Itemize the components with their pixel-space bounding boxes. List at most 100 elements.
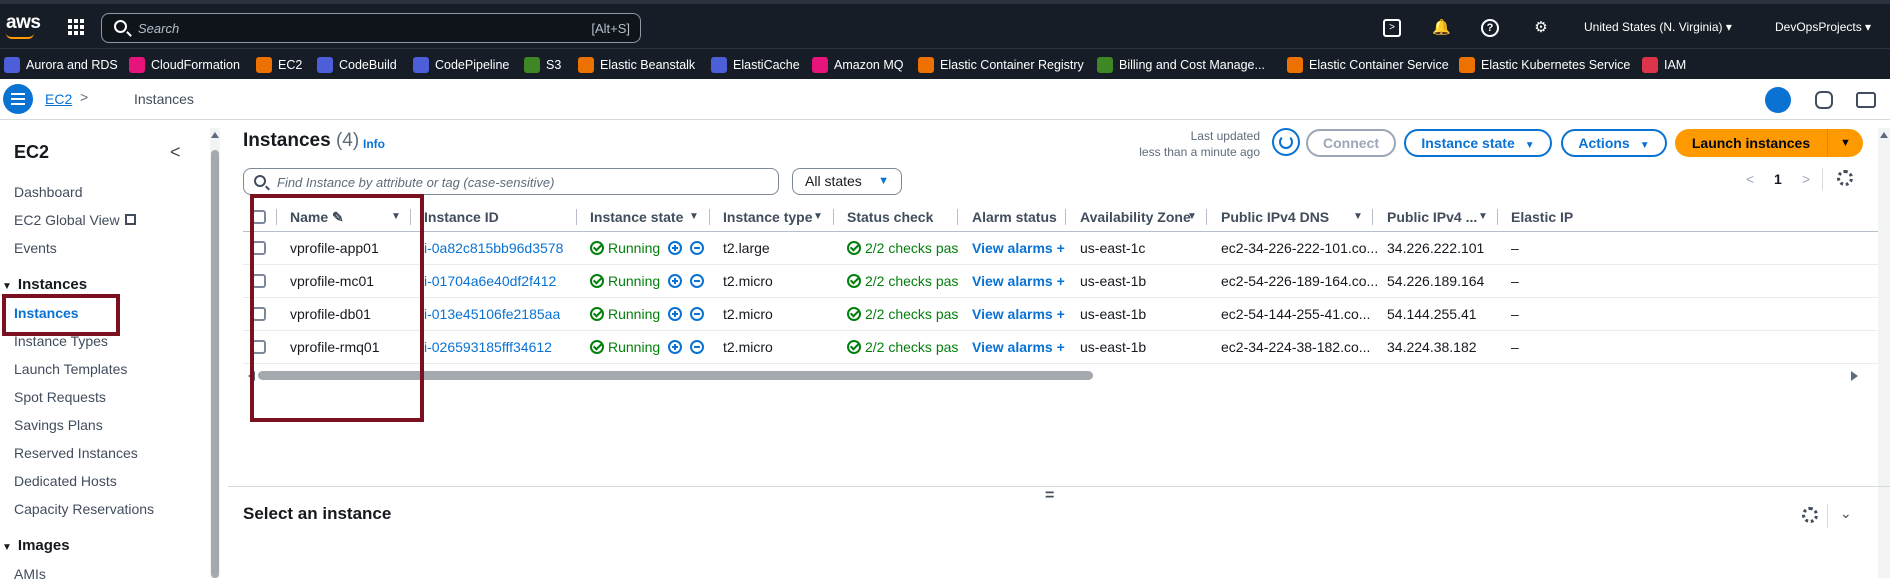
fav-aurora-rds[interactable]: Aurora and RDS [4,56,118,74]
prev-page-icon[interactable]: < [1746,171,1754,187]
fav-s3[interactable]: S3 [524,56,561,74]
sidebar-collapse-icon[interactable]: < [170,142,181,163]
account-menu[interactable]: DevOpsProjects ▾ [1775,20,1871,34]
zoom-in-icon[interactable] [668,340,683,354]
sidebar-item-reserved-instances[interactable]: Reserved Instances [14,445,138,461]
sidebar-item-savings-plans[interactable]: Savings Plans [14,417,103,433]
launch-dropdown-button[interactable]: ▼ [1827,129,1863,157]
instance-id-link[interactable]: i-0a82c815bb96d3578 [424,240,563,256]
sidebar-item-dedicated-hosts[interactable]: Dedicated Hosts [14,473,117,489]
zoom-out-icon[interactable] [690,307,705,321]
fav-iam[interactable]: IAM [1642,56,1686,74]
side-nav-toggle-icon[interactable] [3,84,33,114]
instance-id-link[interactable]: i-026593185fff34612 [424,339,552,355]
check-circle-icon [847,340,861,354]
fav-ec2[interactable]: EC2 [256,56,302,74]
sidebar-item-capacity-reservations[interactable]: Capacity Reservations [14,501,154,517]
fav-ecs[interactable]: Elastic Container Service [1287,56,1449,74]
feedback-icon[interactable] [1856,92,1876,108]
column-header-status-check[interactable]: Status check [847,209,933,225]
cloudshell-icon[interactable]: > [1383,19,1401,37]
elastic-ip: – [1511,339,1519,355]
fav-elastic-beanstalk[interactable]: Elastic Beanstalk [578,56,695,74]
split-panel-settings-icon[interactable] [1802,507,1818,523]
region-selector[interactable]: United States (N. Virginia) ▾ [1584,20,1732,34]
sidebar-item-spot-requests[interactable]: Spot Requests [14,389,106,405]
all-states-select[interactable]: All states ▼ [792,168,902,195]
status-check: 2/2 checks passec [847,306,959,322]
column-header-public-dns[interactable]: Public IPv4 DNS [1221,209,1329,225]
view-alarms-link[interactable]: View alarms + [972,306,1065,322]
fav-codepipeline[interactable]: CodePipeline [413,56,509,74]
table-horizontal-scrollbar[interactable] [248,368,1858,382]
instance-id-link[interactable]: i-013e45106fe2185aa [424,306,560,322]
scroll-right-icon[interactable] [1851,371,1858,381]
connect-button[interactable]: Connect [1306,129,1396,157]
filter-icon[interactable]: ▼ [1187,211,1197,222]
table-row[interactable]: vprofile-mc01 i-01704a6e40df2f412 Runnin… [243,265,1883,298]
fav-amazon-mq[interactable]: Amazon MQ [812,56,903,74]
sidebar-item-launch-templates[interactable]: Launch Templates [14,361,127,377]
zoom-in-icon[interactable] [668,241,683,255]
column-header-elastic-ip[interactable]: Elastic IP [1511,209,1573,225]
page-number[interactable]: 1 [1774,171,1782,187]
sidebar-section-instances[interactable]: ▼ Instances [0,276,87,293]
column-header-instance-id[interactable]: Instance ID [424,209,499,225]
fav-billing[interactable]: Billing and Cost Manage... [1097,56,1265,74]
column-header-instance-state[interactable]: Instance state [590,209,683,225]
fav-elasticache[interactable]: ElastiCache [711,56,800,74]
find-instance-input[interactable]: Find Instance by attribute or tag (case-… [243,168,779,195]
search-input[interactable]: Search [Alt+S] [101,13,641,43]
column-header-availability-zone[interactable]: Availability Zone [1080,209,1191,225]
view-alarms-link[interactable]: View alarms + [972,240,1065,256]
filter-icon[interactable]: ▼ [1478,211,1488,222]
info-panel-icon[interactable] [1815,91,1833,109]
settings-gear-icon[interactable]: ⚙ [1532,19,1550,37]
view-alarms-link[interactable]: View alarms + [972,273,1065,289]
sidebar-item-global-view[interactable]: EC2 Global View [14,212,137,228]
breadcrumb-ec2-link[interactable]: EC2 [45,91,72,107]
filter-icon[interactable]: ▼ [813,211,823,222]
split-panel-icon[interactable] [1765,87,1791,113]
table-row[interactable]: vprofile-db01 i-013e45106fe2185aa Runnin… [243,298,1883,331]
page-scrollbar[interactable] [1878,128,1890,578]
preferences-gear-icon[interactable] [1837,170,1853,186]
filter-icon[interactable]: ▼ [1353,211,1363,222]
zoom-out-icon[interactable] [690,340,705,354]
sidebar-item-events[interactable]: Events [14,240,57,256]
services-menu-icon[interactable] [68,19,84,35]
refresh-button[interactable] [1272,128,1300,156]
notifications-bell-icon[interactable]: 🔔 [1432,19,1451,37]
fav-eks[interactable]: Elastic Kubernetes Service [1459,56,1630,74]
zoom-out-icon[interactable] [690,274,705,288]
next-page-icon[interactable]: > [1802,171,1810,187]
sidebar-section-images[interactable]: ▼ Images [0,537,70,554]
column-header-instance-type[interactable]: Instance type [723,209,812,225]
fav-cloudformation[interactable]: CloudFormation [129,56,240,74]
column-header-public-ipv4[interactable]: Public IPv4 ... [1387,209,1477,225]
table-row[interactable]: vprofile-rmq01 i-026593185fff34612 Runni… [243,331,1883,364]
instance-state-button[interactable]: Instance state ▼ [1404,129,1552,157]
sidebar-item-dashboard[interactable]: Dashboard [14,184,83,200]
split-panel-resize-handle[interactable]: = [1045,487,1054,505]
view-alarms-link[interactable]: View alarms + [972,339,1065,355]
table-row[interactable]: vprofile-app01 i-0a82c815bb96d3578 Runni… [243,232,1883,265]
aws-logo[interactable]: aws [6,12,41,34]
zoom-in-icon[interactable] [668,307,683,321]
chevron-down-icon[interactable]: ⌄ [1840,505,1852,522]
info-link[interactable]: Info [363,137,385,151]
column-header-alarm-status[interactable]: Alarm status [972,209,1057,225]
availability-zone: us-east-1b [1080,306,1147,322]
breadcrumb-chevron-icon: > [80,89,89,105]
sidebar-item-amis[interactable]: AMIs [14,566,46,582]
sidebar-scrollbar[interactable] [210,128,220,578]
help-icon[interactable]: ? [1481,19,1499,37]
fav-ecr[interactable]: Elastic Container Registry [918,56,1084,74]
filter-icon[interactable]: ▼ [689,211,699,222]
instance-id-link[interactable]: i-01704a6e40df2f412 [424,273,556,289]
zoom-in-icon[interactable] [668,274,683,288]
actions-button[interactable]: Actions ▼ [1561,129,1667,157]
zoom-out-icon[interactable] [690,241,705,255]
fav-codebuild[interactable]: CodeBuild [317,56,397,74]
launch-instances-button[interactable]: Launch instances [1675,129,1827,157]
